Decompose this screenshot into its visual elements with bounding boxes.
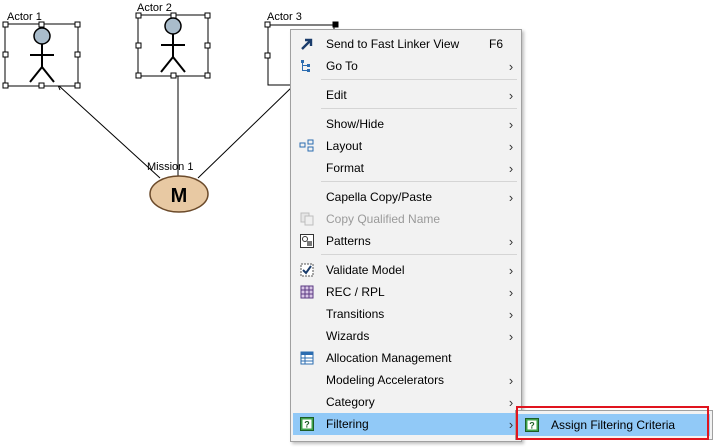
menu-item-go-to[interactable]: Go To › — [293, 55, 519, 77]
context-menu: Send to Fast Linker View F6 Go To › Edit… — [290, 29, 522, 442]
svg-text:?: ? — [304, 420, 310, 430]
menu-item-label: Send to Fast Linker View — [326, 37, 460, 51]
menu-item-label: Show/Hide — [326, 117, 385, 131]
menu-item-label: Format — [326, 161, 365, 175]
chevron-right-icon: › — [508, 160, 514, 176]
menu-item-label: Copy Qualified Name — [326, 212, 441, 226]
chevron-right-icon: › — [508, 372, 514, 388]
chevron-right-icon: › — [508, 328, 514, 344]
menu-item-category[interactable]: Category › — [293, 391, 519, 413]
assign-filter-icon: ? — [524, 417, 540, 433]
menu-separator — [321, 108, 517, 109]
menu-item-edit[interactable]: Edit › — [293, 84, 519, 106]
menu-item-copy-qualified-name[interactable]: Copy Qualified Name — [293, 208, 519, 230]
chevron-right-icon: › — [508, 306, 514, 322]
link-mission-actor3[interactable] — [197, 86, 293, 179]
actor-2-node[interactable] — [135, 12, 211, 79]
menu-item-capella-copy-paste[interactable]: Capella Copy/Paste › — [293, 186, 519, 208]
menu-item-label: Layout — [326, 139, 363, 153]
menu-item-label: REC / RPL — [326, 285, 385, 299]
menu-item-label: Wizards — [326, 329, 370, 343]
copy-icon — [299, 211, 315, 227]
chevron-right-icon: › — [508, 116, 514, 132]
menu-item-label: Capella Copy/Paste — [326, 190, 433, 204]
menu-separator — [321, 181, 517, 182]
menu-item-label: Allocation Management — [326, 351, 452, 365]
menu-item-assign-filtering-criteria[interactable]: ? Assign Filtering Criteria — [518, 414, 710, 436]
filtering-icon: ? — [299, 416, 315, 432]
chevron-right-icon: › — [508, 189, 514, 205]
actor-1-node[interactable] — [2, 21, 81, 89]
menu-item-label: Edit — [326, 88, 347, 102]
menu-item-label: Modeling Accelerators — [326, 373, 445, 387]
menu-item-allocation-management[interactable]: Allocation Management — [293, 347, 519, 369]
filtering-submenu: ? Assign Filtering Criteria — [515, 410, 713, 440]
menu-item-label: Category — [326, 395, 375, 409]
menu-item-send-to-fast-linker[interactable]: Send to Fast Linker View F6 — [293, 33, 519, 55]
menu-item-label: Go To — [326, 59, 358, 73]
menu-item-patterns[interactable]: Patterns › — [293, 230, 519, 252]
chevron-right-icon: › — [508, 138, 514, 154]
actor-2-label: Actor 2 — [137, 2, 172, 14]
mission-label: Mission 1 — [147, 161, 194, 173]
menu-item-wizards[interactable]: Wizards › — [293, 325, 519, 347]
goto-tree-icon — [299, 58, 315, 74]
menu-item-validate-model[interactable]: Validate Model › — [293, 259, 519, 281]
menu-item-modeling-accelerators[interactable]: Modeling Accelerators › — [293, 369, 519, 391]
chevron-right-icon: › — [508, 284, 514, 300]
validate-icon — [299, 262, 315, 278]
mission-glyph: M — [171, 185, 188, 207]
chevron-right-icon: › — [508, 262, 514, 278]
menu-item-rec-rpl[interactable]: REC / RPL › — [293, 281, 519, 303]
menu-separator — [321, 79, 517, 80]
menu-item-label: Patterns — [326, 234, 371, 248]
menu-item-transitions[interactable]: Transitions › — [293, 303, 519, 325]
menu-item-format[interactable]: Format › — [293, 157, 519, 179]
chevron-right-icon: › — [508, 58, 514, 74]
menu-item-show-hide[interactable]: Show/Hide › — [293, 113, 519, 135]
menu-item-label: Transitions — [326, 307, 385, 321]
menu-separator — [321, 254, 517, 255]
layout-icon — [299, 138, 315, 154]
svg-text:?: ? — [529, 421, 535, 431]
chevron-right-icon: › — [508, 233, 514, 249]
chevron-right-icon: › — [508, 87, 514, 103]
menu-item-label: Assign Filtering Criteria — [551, 418, 676, 432]
fast-linker-arrow-icon — [299, 36, 315, 52]
rec-rpl-icon — [299, 284, 315, 300]
menu-item-label: Filtering — [326, 417, 369, 431]
chevron-right-icon: › — [508, 394, 514, 410]
actor-3-label: Actor 3 — [267, 11, 302, 23]
menu-item-layout[interactable]: Layout › — [293, 135, 519, 157]
menu-item-filtering[interactable]: ? Filtering › — [293, 413, 519, 435]
actor-1-label: Actor 1 — [7, 11, 42, 23]
allocation-table-icon — [299, 350, 315, 366]
link-mission-actor1[interactable] — [57, 84, 161, 179]
menu-shortcut: F6 — [489, 37, 504, 51]
menu-item-label: Validate Model — [326, 263, 405, 277]
patterns-icon — [299, 233, 315, 249]
mission-node[interactable]: M — [149, 175, 209, 213]
